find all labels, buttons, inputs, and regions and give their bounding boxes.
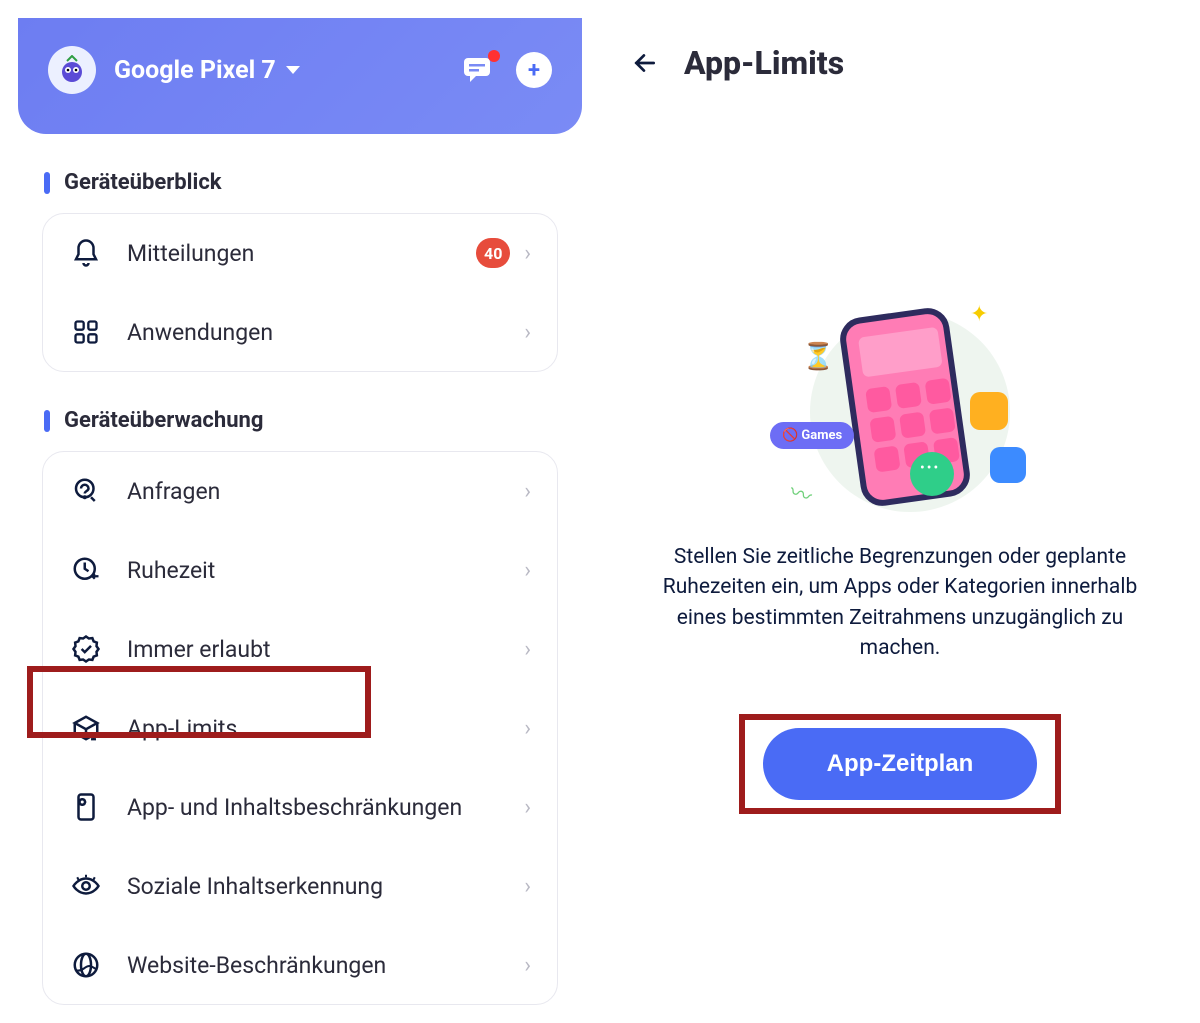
clock-downtime-icon xyxy=(69,553,103,587)
illustration: ✦ ⏳ 🚫 Games 〰 xyxy=(770,302,1030,512)
section-title: Geräteüberwachung xyxy=(64,408,263,433)
profile-avatar[interactable] xyxy=(48,46,96,94)
messages-icon[interactable] xyxy=(462,56,494,84)
sidebar-item-social-detection[interactable]: Soziale Inhaltserkennung › xyxy=(43,846,557,925)
chevron-down-icon[interactable] xyxy=(286,66,300,74)
globe-block-icon xyxy=(69,948,103,982)
main-header: App-Limits xyxy=(630,44,1170,82)
chevron-right-icon: › xyxy=(524,716,531,741)
chevron-right-icon: › xyxy=(524,241,531,266)
notification-dot-icon xyxy=(488,50,500,62)
chevron-right-icon: › xyxy=(524,953,531,978)
apps-icon xyxy=(69,315,103,349)
section-heading-monitoring: Geräteüberwachung xyxy=(44,408,582,433)
sidebar-item-label: Immer erlaubt xyxy=(127,636,524,663)
main-panel: App-Limits ✦ ⏳ 🚫 Games 〰 Stellen Sie zei… xyxy=(600,0,1200,1023)
chevron-right-icon: › xyxy=(524,795,531,820)
sidebar-item-label: Mitteilungen xyxy=(127,240,476,267)
device-gear-icon xyxy=(69,790,103,824)
overview-card: Mitteilungen 40 › Anwendungen › xyxy=(42,213,558,372)
sidebar-item-notifications[interactable]: Mitteilungen 40 › xyxy=(43,214,557,292)
chat-bubble-icon xyxy=(910,452,954,496)
add-button[interactable]: + xyxy=(516,52,552,88)
highlight-app-schedule xyxy=(739,714,1062,814)
back-arrow-icon[interactable] xyxy=(630,50,660,76)
games-tag: 🚫 Games xyxy=(770,422,854,449)
bell-icon xyxy=(69,236,103,270)
chevron-right-icon: › xyxy=(524,479,531,504)
empty-state-text: Stellen Sie zeitliche Begrenzungen oder … xyxy=(640,542,1160,664)
highlight-app-limits xyxy=(27,666,371,738)
sidebar-item-website-restrictions[interactable]: Website-Beschränkungen › xyxy=(43,925,557,1004)
chevron-right-icon: › xyxy=(524,874,531,899)
requests-icon xyxy=(69,474,103,508)
hourglass-icon: ⏳ xyxy=(802,342,834,372)
sidebar: Google Pixel 7 + Geräteüberblick Mitteil… xyxy=(0,0,600,1023)
sidebar-item-content-restrictions[interactable]: App- und Inhaltsbeschränkungen › xyxy=(43,767,557,846)
sidebar-item-requests[interactable]: Anfragen › xyxy=(43,452,557,530)
game-controller-icon xyxy=(970,392,1008,430)
section-heading-overview: Geräteüberblick xyxy=(44,170,582,195)
star-icon: ✦ xyxy=(970,302,988,327)
sidebar-item-label: Ruhezeit xyxy=(127,557,524,584)
page-title: App-Limits xyxy=(684,44,844,82)
chevron-right-icon: › xyxy=(524,558,531,583)
count-badge: 40 xyxy=(476,238,510,268)
squiggle-icon: 〰 xyxy=(785,474,817,512)
badge-check-icon xyxy=(69,632,103,666)
sidebar-item-label: Anfragen xyxy=(127,478,524,505)
device-header: Google Pixel 7 + xyxy=(18,18,582,134)
eye-icon xyxy=(69,869,103,903)
chevron-right-icon: › xyxy=(524,637,531,662)
chevron-right-icon: › xyxy=(524,320,531,345)
sidebar-item-label: App- und Inhaltsbeschränkungen xyxy=(127,794,524,821)
video-icon xyxy=(990,447,1026,483)
sidebar-item-downtime[interactable]: Ruhezeit › xyxy=(43,530,557,609)
sidebar-item-label: Soziale Inhaltserkennung xyxy=(127,873,524,900)
sidebar-item-label: Website-Beschränkungen xyxy=(127,952,524,979)
sidebar-item-label: Anwendungen xyxy=(127,319,524,346)
device-name[interactable]: Google Pixel 7 xyxy=(114,56,276,85)
empty-state: ✦ ⏳ 🚫 Games 〰 Stellen Sie zeitliche Begr… xyxy=(630,302,1170,814)
section-title: Geräteüberblick xyxy=(64,170,222,195)
sidebar-item-applications[interactable]: Anwendungen › xyxy=(43,292,557,371)
monitoring-card: Anfragen › Ruhezeit › Immer erlaubt › xyxy=(42,451,558,1005)
